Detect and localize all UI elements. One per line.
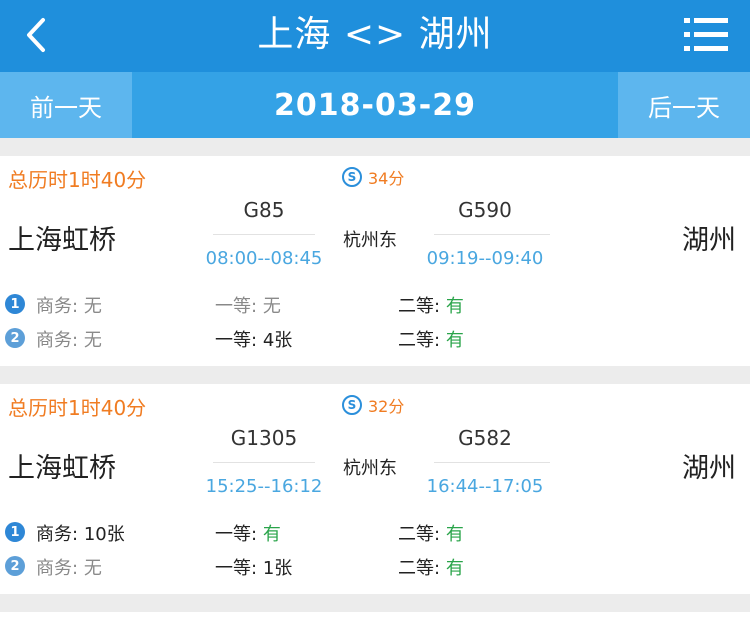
page-title: 上海 <> 湖州	[257, 14, 493, 55]
business-seat: 商务: 无	[36, 330, 102, 351]
train-number: G1305	[230, 426, 298, 450]
seat-row: 1 商务: 无 一等: 无 二等: 有	[0, 290, 750, 320]
seat-row: 2 商务: 无 一等: 4张 二等: 有	[0, 324, 750, 354]
second-class-seat: 二等: 有	[398, 296, 464, 317]
first-class-seat: 一等: 1张	[215, 558, 293, 579]
train-number: G590	[458, 198, 512, 222]
menu-button[interactable]	[682, 14, 730, 56]
date-bar: 前一天 2018-03-29 后一天	[0, 72, 750, 138]
first-class-seat: 一等: 有	[215, 524, 281, 545]
current-date[interactable]: 2018-03-29	[132, 72, 618, 138]
total-duration: 总历时1时40分	[8, 168, 147, 192]
list-menu-icon	[684, 18, 728, 51]
route-card[interactable]: 总历时1时40分 S 34分 上海虹桥 G85 08:00--08:45 杭州东…	[0, 156, 750, 366]
transfer-icon: S	[342, 395, 362, 415]
leg-number-badge: 2	[5, 328, 25, 348]
transfer-wait-time: 34分	[368, 169, 405, 188]
prev-day-button[interactable]: 前一天	[0, 72, 132, 138]
business-seat: 商务: 无	[36, 296, 102, 317]
total-duration: 总历时1时40分	[8, 396, 147, 420]
leg-time: 08:00--08:45	[205, 248, 323, 269]
transfer-wait: S 34分	[342, 165, 404, 189]
transfer-icon: S	[342, 167, 362, 187]
leg-divider	[434, 234, 550, 235]
leg-divider	[213, 462, 315, 463]
transfer-wait: S 32分	[342, 393, 404, 417]
route-card[interactable]: 总历时1时40分 S 32分 上海虹桥 G1305 15:25--16:12 杭…	[0, 384, 750, 594]
train-number: G85	[243, 198, 285, 222]
business-seat: 商务: 无	[36, 558, 102, 579]
leg-divider	[213, 234, 315, 235]
leg-time: 15:25--16:12	[205, 476, 323, 497]
seat-row: 1 商务: 10张 一等: 有 二等: 有	[0, 518, 750, 548]
leg-divider	[434, 462, 550, 463]
leg-number-badge: 1	[5, 522, 25, 542]
transfer-station: 杭州东	[343, 458, 397, 479]
route-card-partial[interactable]	[0, 612, 750, 624]
leg-time: 09:19--09:40	[426, 248, 544, 269]
departure-station: 上海虹桥	[8, 225, 116, 256]
transfer-station: 杭州东	[343, 230, 397, 251]
transfer-wait-time: 32分	[368, 397, 405, 416]
second-class-seat: 二等: 有	[398, 558, 464, 579]
leg-time: 16:44--17:05	[426, 476, 544, 497]
arrival-station: 湖州	[682, 225, 736, 256]
seat-row: 2 商务: 无 一等: 1张 二等: 有	[0, 552, 750, 582]
next-day-button[interactable]: 后一天	[618, 72, 750, 138]
leg-number-badge: 2	[5, 556, 25, 576]
departure-station: 上海虹桥	[8, 453, 116, 484]
second-class-seat: 二等: 有	[398, 524, 464, 545]
arrival-station: 湖州	[682, 453, 736, 484]
app-header: 上海 <> 湖州	[0, 0, 750, 72]
first-class-seat: 一等: 4张	[215, 330, 293, 351]
business-seat: 商务: 10张	[36, 524, 125, 545]
leg-number-badge: 1	[5, 294, 25, 314]
first-class-seat: 一等: 无	[215, 296, 281, 317]
train-number: G582	[458, 426, 512, 450]
second-class-seat: 二等: 有	[398, 330, 464, 351]
